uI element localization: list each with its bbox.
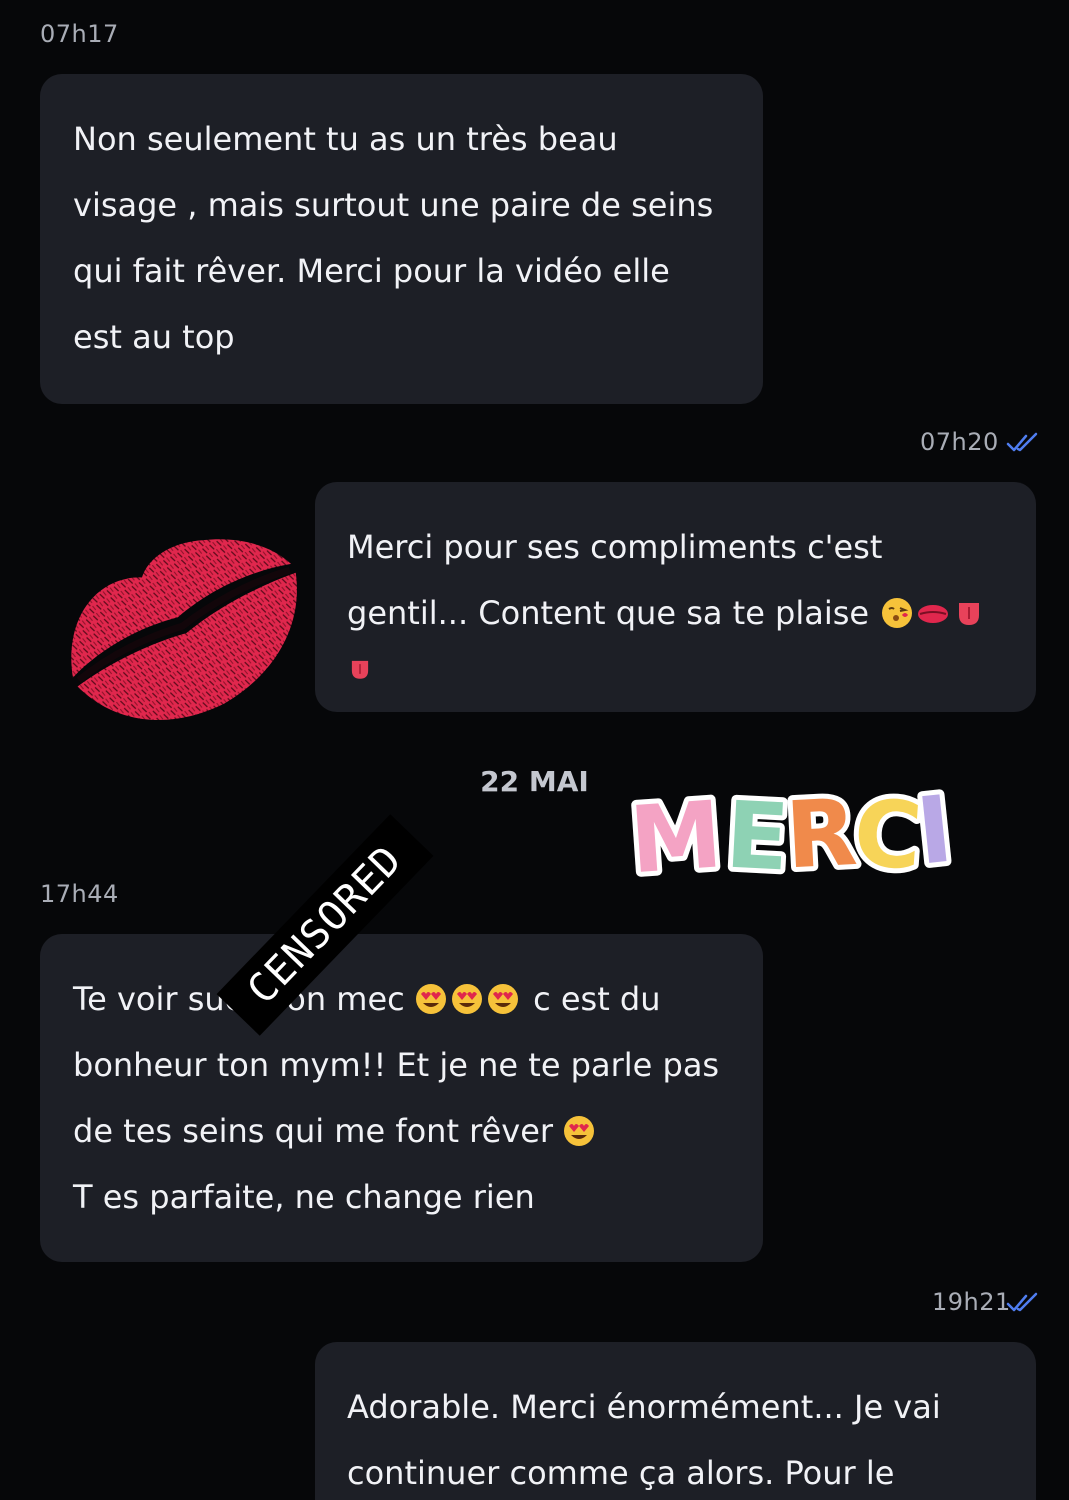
message-text-line: est au top [73, 318, 235, 356]
received-message-bubble[interactable]: Non seulement tu as un très beau visage … [40, 74, 763, 404]
message-text-line: continuer comme ça alors. Pour le [347, 1454, 895, 1492]
message-text-line: de tes seins qui me font rêver [73, 1098, 763, 1164]
message-text-line: qui fait rêver. Merci pour la vidéo elle [73, 252, 670, 290]
message-timestamp: 07h20 [920, 428, 999, 456]
svg-text:M: M [627, 781, 726, 886]
message-timestamp: 17h44 [40, 880, 119, 908]
tongue-emoji-icon [351, 660, 369, 679]
heart-eyes-emoji-icon [487, 984, 518, 1014]
message-timestamp: 07h17 [40, 20, 119, 48]
message-text: gentil... Content que sa te plaise [347, 594, 870, 632]
emoji-line [347, 646, 1036, 686]
message-text: de tes seins qui me font rêver [73, 1112, 554, 1150]
tongue-emoji-icon [959, 603, 980, 625]
message-text-line: bonheur ton mym!! Et je ne te parle pas [73, 1046, 720, 1084]
sent-message-bubble[interactable]: Merci pour ses compliments c'est gentil.… [315, 482, 1036, 712]
message-text-line: Adorable. Merci énormément... Je vai [347, 1388, 941, 1426]
message-text-line: Non seulement tu as un très beau [73, 120, 618, 158]
message-text-line: visage , mais surtout une paire de seins [73, 186, 714, 224]
heart-eyes-emoji-icon [451, 984, 482, 1014]
received-message-bubble[interactable]: Te voir suc on mec c est du bonheur ton m… [40, 934, 763, 1262]
message-text: c est du [533, 980, 661, 1018]
heart-eyes-emoji-icon [415, 984, 446, 1014]
svg-text:E: E [723, 782, 791, 886]
lips-emoji-icon [918, 605, 949, 623]
message-timestamp: 19h21 [932, 1288, 1011, 1316]
message-text-line: T es parfaite, ne change rien [73, 1178, 535, 1216]
read-check-icon [1006, 432, 1038, 452]
heart-eyes-emoji-icon [564, 1116, 595, 1146]
kissing-face-emoji-icon [882, 598, 913, 628]
read-check-icon [1006, 1292, 1038, 1312]
sent-message-bubble[interactable]: Adorable. Merci énormément... Je vai con… [315, 1342, 1036, 1500]
kiss-lips-icon [71, 539, 297, 720]
chat-screen: 07h17 Non seulement tu as un très beau v… [0, 0, 1069, 1500]
message-text-line: Te voir suc on mec c est du [73, 966, 763, 1032]
svg-text:R: R [783, 779, 859, 886]
merci-sticker: M E R C I [626, 771, 962, 886]
message-text-line: Merci pour ses compliments c'est [347, 528, 883, 566]
message-text: Te voir suc [73, 980, 243, 1018]
message-text-line-with-emojis: gentil... Content que sa te plaise [347, 580, 1036, 646]
